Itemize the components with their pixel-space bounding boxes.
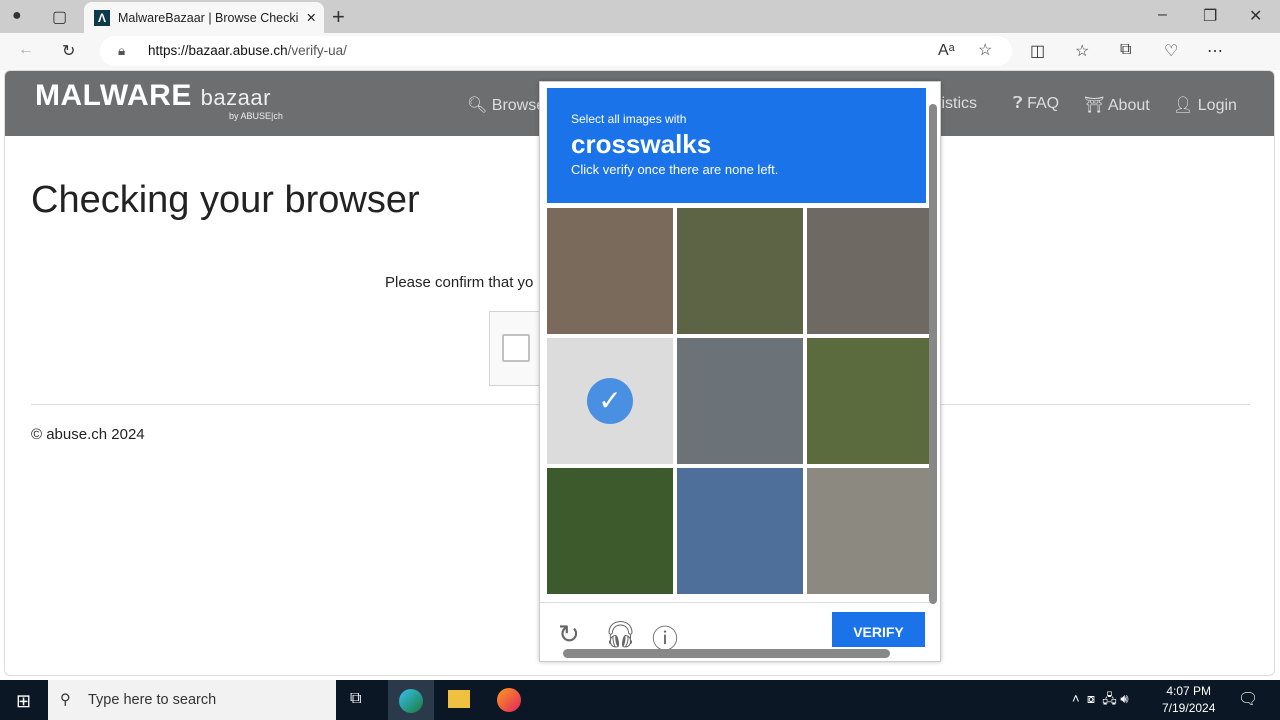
refresh-challenge-icon[interactable]: ↻ <box>558 619 580 650</box>
favorite-star-icon[interactable]: ☆ <box>978 36 992 66</box>
captcha-tile[interactable] <box>677 208 803 334</box>
clock[interactable]: 4:07 PM 7/19/2024 <box>1162 683 1215 717</box>
captcha-tile[interactable] <box>807 338 933 464</box>
tab-actions-icon[interactable]: ▢ <box>52 7 67 27</box>
captcha-tile[interactable]: ✓ <box>547 338 673 464</box>
footer-divider <box>540 602 930 603</box>
back-icon[interactable]: ← <box>18 41 34 59</box>
captcha-tile[interactable] <box>677 338 803 464</box>
url-path: /verify-ua/ <box>287 43 347 58</box>
captcha-tile[interactable] <box>807 468 933 594</box>
split-screen-icon[interactable]: ◫ <box>1030 41 1045 61</box>
hint-text: Click verify once there are none left. <box>571 162 779 177</box>
taskbar-search[interactable]: ⚲ Type here to search <box>48 680 336 720</box>
nav-login[interactable]: 👤︎ Login <box>1173 95 1237 115</box>
collections-icon[interactable]: ⧉ <box>1120 41 1131 59</box>
captcha-tile[interactable] <box>547 468 673 594</box>
confirm-text: Please confirm that yo <box>385 274 534 291</box>
challenge-header: Select all images with crosswalks Click … <box>547 88 926 203</box>
close-window-icon[interactable]: ✕ <box>1249 6 1262 26</box>
nav-about[interactable]: ⛩︎ About <box>1084 95 1150 115</box>
browser-essentials-icon[interactable]: ♡ <box>1164 41 1178 61</box>
close-tab-icon[interactable]: ✕ <box>306 10 316 25</box>
copyright: © abuse.ch 2024 <box>31 426 145 443</box>
nav-faq[interactable]: ❓︎ FAQ <box>1013 95 1059 113</box>
task-view-icon[interactable]: ⧉ <box>350 690 361 708</box>
refresh-icon[interactable]: ↻ <box>62 41 75 61</box>
search-icon: ⚲ <box>60 692 71 708</box>
target-text: crosswalks <box>571 129 712 159</box>
file-explorer-icon[interactable] <box>448 690 470 708</box>
site-logo[interactable]: MALWARE bazaar <box>35 79 271 113</box>
selected-check-icon: ✓ <box>587 378 633 424</box>
horizontal-scrollbar[interactable] <box>563 649 890 658</box>
new-tab-icon[interactable]: + <box>332 4 345 30</box>
restore-icon[interactable]: ❐ <box>1203 6 1217 26</box>
tray-icons[interactable]: ˄ ⧇ 🖧︎ 🔊︎ <box>1072 690 1129 712</box>
url-host: https://bazaar.abuse.ch <box>148 43 288 58</box>
browser-tab[interactable]: Λ MalwareBazaar | Browse Checkin ✕ <box>84 2 324 33</box>
captcha-challenge: Select all images with crosswalks Click … <box>539 81 941 662</box>
nav-browse[interactable]: 🔍︎ Browse <box>467 95 545 115</box>
captcha-checkbox[interactable] <box>502 334 530 362</box>
read-aloud-icon[interactable]: A͏ᵃ <box>938 36 955 66</box>
page-title: Checking your browser <box>31 179 420 221</box>
favorites-icon[interactable]: ☆ <box>1075 41 1089 61</box>
firefox-icon[interactable] <box>497 688 521 712</box>
vertical-scrollbar[interactable] <box>929 104 937 604</box>
edge-taskbar-icon[interactable] <box>388 680 434 720</box>
tab-bar: ● ▢ Λ MalwareBazaar | Browse Checkin ✕ +… <box>0 0 1280 33</box>
captcha-tile[interactable] <box>547 208 673 334</box>
site-favicon-icon: Λ <box>94 9 110 26</box>
lock-icon: 🔒︎ <box>118 43 126 58</box>
instruction-text: Select all images with <box>571 112 687 126</box>
notifications-icon[interactable]: 🗨︎ <box>1238 689 1258 709</box>
verify-button[interactable]: VERIFY <box>832 612 925 647</box>
captcha-tile[interactable] <box>677 468 803 594</box>
minimize-icon[interactable]: – <box>1158 6 1167 24</box>
logo-byline: by ABUSE|ch <box>229 111 283 121</box>
more-icon[interactable]: ⋯ <box>1207 41 1223 61</box>
address-bar[interactable]: 🔒︎ https://bazaar.abuse.ch/verify-ua/ A͏… <box>100 36 1012 66</box>
audio-challenge-icon[interactable]: 🎧︎ <box>604 619 637 650</box>
profile-icon[interactable]: ● <box>12 7 22 25</box>
captcha-tile[interactable] <box>807 208 933 334</box>
tab-title: MalwareBazaar | Browse Checkin <box>118 10 298 25</box>
start-icon[interactable]: ⊞ <box>16 691 31 712</box>
